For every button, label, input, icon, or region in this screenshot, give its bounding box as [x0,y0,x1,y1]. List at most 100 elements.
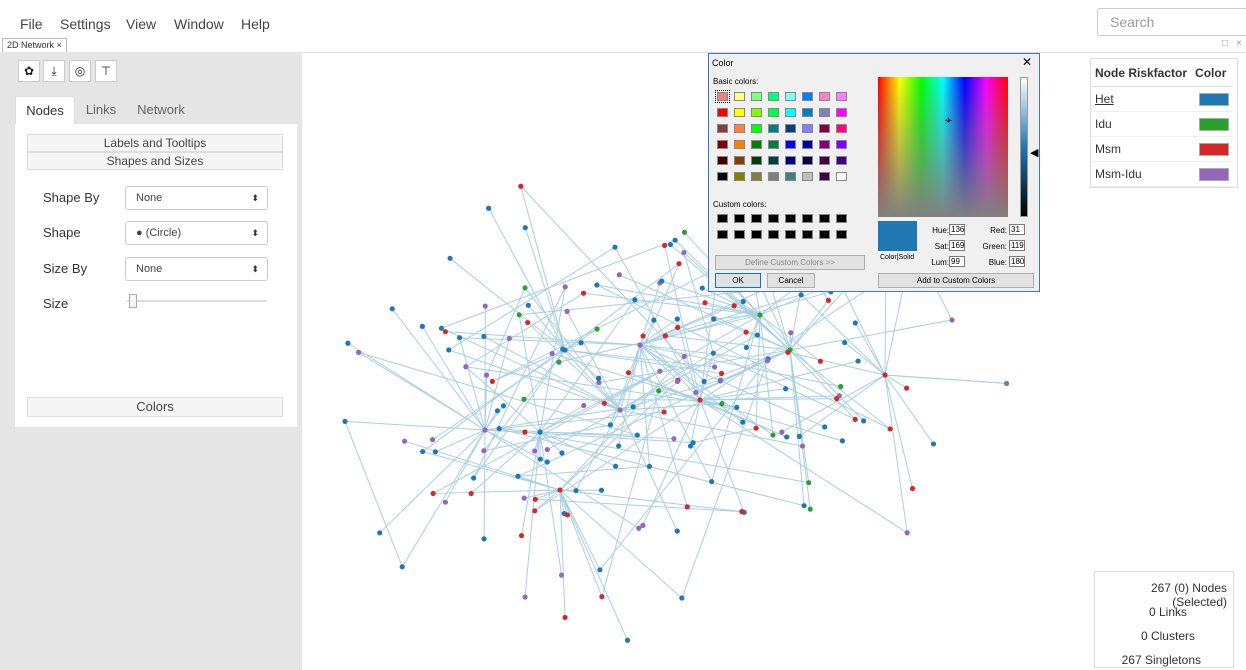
network-node[interactable] [463,364,469,370]
network-node[interactable] [599,594,605,600]
network-node[interactable] [887,426,893,432]
custom-color-swatch[interactable] [836,214,847,223]
network-node[interactable] [779,429,785,435]
network-node[interactable] [753,425,759,431]
network-node[interactable] [601,400,607,406]
network-node[interactable] [549,350,555,357]
basic-color-swatch[interactable] [751,124,762,133]
network-node[interactable] [640,522,646,528]
network-node[interactable] [817,358,823,364]
network-node[interactable] [525,302,531,308]
network-node[interactable] [594,282,600,288]
basic-color-swatch[interactable] [768,92,779,101]
basic-color-swatch[interactable] [768,108,779,117]
network-node[interactable] [785,349,791,355]
network-node[interactable] [438,325,445,331]
basic-color-swatch[interactable] [802,124,813,133]
basic-color-swatch[interactable] [836,124,847,133]
color-chip-idu[interactable] [1199,118,1230,132]
network-node[interactable] [481,333,487,340]
network-node[interactable] [481,448,487,454]
network-node[interactable] [562,284,568,290]
custom-color-swatch[interactable] [751,230,762,239]
network-node[interactable] [564,512,570,518]
network-node[interactable] [377,530,383,536]
basic-color-swatch[interactable] [768,156,779,165]
network-node[interactable] [544,446,550,453]
luminance-bar[interactable] [1020,77,1028,217]
tab-2d-network[interactable]: 2D Network × [2,38,67,52]
basic-color-swatch[interactable] [785,140,796,149]
basic-color-swatch[interactable] [768,124,779,133]
basic-color-swatch[interactable] [717,140,728,149]
network-node[interactable] [697,397,703,403]
network-node[interactable] [446,347,452,353]
define-custom-colors-button[interactable]: Define Custom Colors >> [715,255,865,270]
pin-icon[interactable]: ⊤ [95,60,117,82]
custom-color-swatch[interactable] [768,230,779,239]
network-node[interactable] [672,237,678,243]
custom-color-swatch[interactable] [836,230,847,239]
ok-button[interactable]: OK [715,273,761,288]
network-node[interactable] [681,229,688,235]
network-node[interactable] [598,487,605,493]
network-node[interactable] [521,495,527,501]
network-node[interactable] [717,377,724,383]
network-node[interactable] [471,475,477,481]
network-node[interactable] [500,403,507,409]
network-node[interactable] [839,438,846,444]
network-node[interactable] [544,459,550,465]
network-node[interactable] [597,567,603,573]
color-chip-msm-idu[interactable] [1199,168,1230,182]
network-node[interactable] [659,278,665,284]
network-node[interactable] [740,419,746,425]
menu-help[interactable]: Help [241,16,270,32]
network-node[interactable] [634,432,640,438]
network-node[interactable] [757,312,763,318]
blue-field[interactable]: 180 [1009,256,1025,267]
shape-by-select[interactable]: None ⬍ [125,186,268,210]
network-node[interactable] [798,292,804,298]
custom-color-swatch[interactable] [751,214,762,223]
network-node[interactable] [770,432,776,438]
basic-color-swatch[interactable] [734,124,745,133]
network-node[interactable] [557,487,563,493]
network-node[interactable] [855,358,861,364]
network-node[interactable] [494,408,501,414]
network-node[interactable] [481,536,487,542]
network-node[interactable] [616,272,622,278]
legend-row[interactable]: Msm [1091,136,1234,162]
network-node[interactable] [743,344,749,351]
basic-color-swatch[interactable] [734,92,745,101]
network-node[interactable] [556,359,562,365]
basic-color-swatch[interactable] [751,140,762,149]
network-node[interactable] [564,308,570,314]
network-node[interactable] [537,456,543,462]
network-node[interactable] [612,463,619,469]
tab-links[interactable]: Links [80,96,122,124]
basic-color-swatch[interactable] [751,172,762,181]
network-node[interactable] [838,383,844,390]
network-node[interactable] [842,339,848,346]
basic-color-swatch[interactable] [717,124,728,133]
size-by-select[interactable]: None ⬍ [125,257,268,281]
network-node[interactable] [559,450,565,456]
network-node[interactable] [834,396,840,402]
network-node[interactable] [399,564,405,570]
custom-color-swatch[interactable] [734,214,745,223]
network-node[interactable] [632,297,638,303]
network-node[interactable] [616,443,622,449]
network-node[interactable] [518,183,524,189]
color-spectrum[interactable] [878,77,1008,217]
search-input[interactable]: Search [1097,8,1246,36]
network-node[interactable] [852,320,858,326]
network-node[interactable] [486,205,492,211]
menu-view[interactable]: View [126,16,156,32]
menu-file[interactable]: File [20,16,43,32]
tab-nodes[interactable]: Nodes [15,96,75,125]
basic-color-swatch[interactable] [715,90,730,103]
custom-color-swatch[interactable] [802,230,813,239]
network-node[interactable] [489,378,495,384]
network-node[interactable] [718,370,725,377]
network-node[interactable] [483,372,490,378]
